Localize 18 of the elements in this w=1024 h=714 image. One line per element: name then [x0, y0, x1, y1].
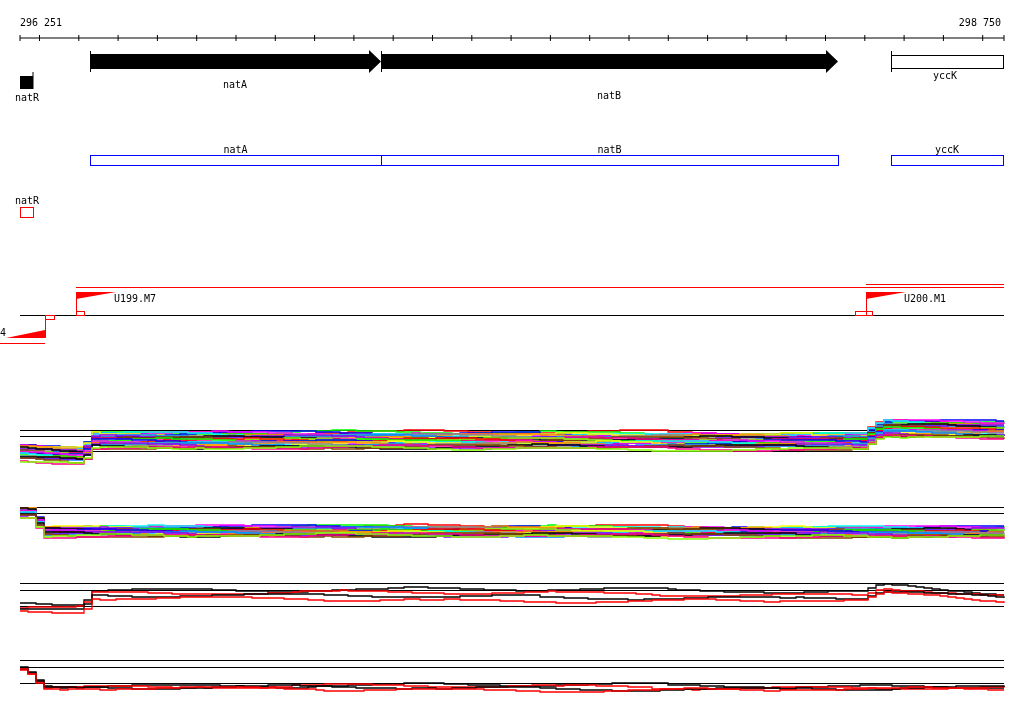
gene-block — [20, 71, 34, 90]
promoter-marker — [855, 291, 906, 316]
coordinate-label: 298 750 — [958, 17, 1001, 28]
gene-label: natB — [596, 90, 622, 101]
promoter-label: U199.M7 — [114, 293, 157, 304]
promoter-label: 4 — [0, 327, 7, 338]
promoter-marker — [6, 314, 55, 339]
gene-label: natA — [222, 79, 248, 90]
gene-label: natA — [223, 144, 248, 155]
gene-label: yccK — [934, 144, 960, 155]
gene-label: natR — [14, 195, 40, 206]
promoter-marker — [76, 291, 116, 316]
promoter-label: U200.M1 — [904, 293, 947, 304]
gene-label: natB — [597, 144, 622, 155]
annotation-bar — [20, 207, 34, 218]
gene-label: natR — [14, 92, 40, 103]
gene-label: yccK — [932, 70, 958, 81]
coordinate-label: 296 251 — [20, 17, 63, 28]
